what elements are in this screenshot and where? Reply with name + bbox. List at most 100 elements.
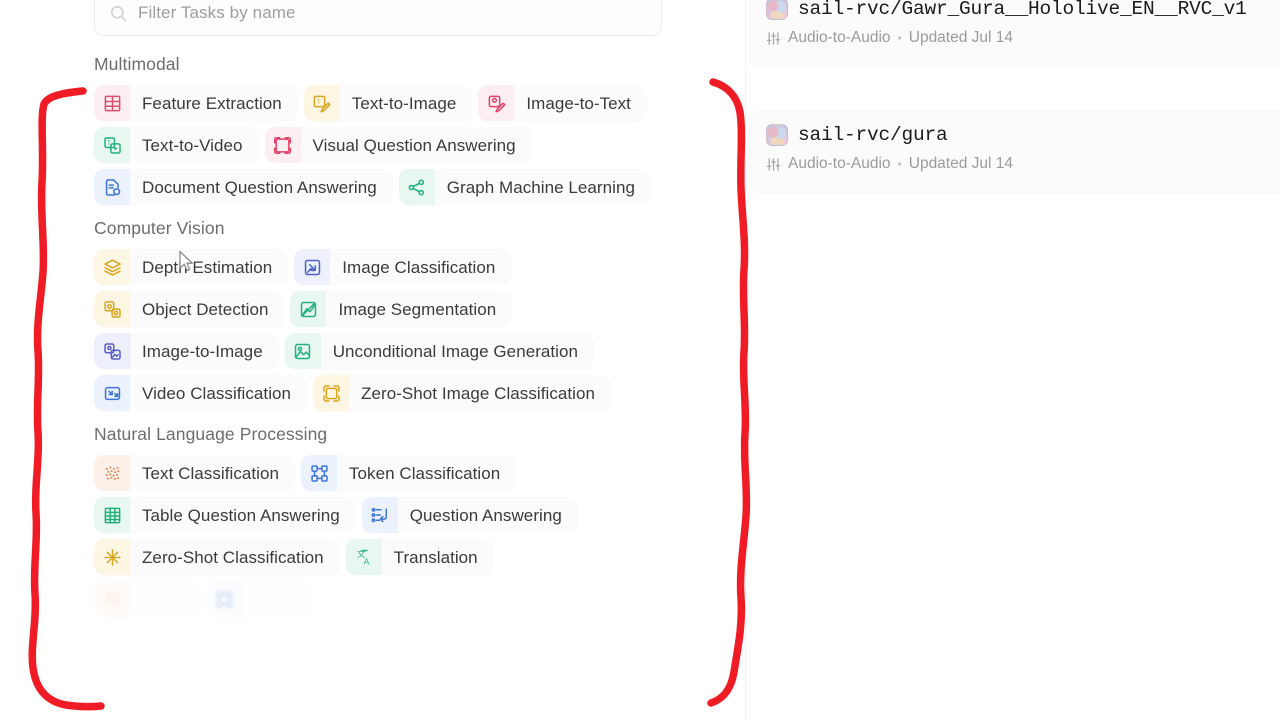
task-tag-video-classification[interactable]: Video Classification [94, 375, 308, 411]
table-qa-icon [94, 497, 130, 533]
model-updated-label: Updated Jul 14 [908, 155, 1014, 172]
task-tag-label [255, 591, 298, 608]
task-tag-label: Zero-Shot Classification [142, 547, 324, 567]
task-tag-unconditional-image-generation[interactable]: Unconditional Image Generation [284, 333, 595, 369]
model-task-label: Audio-to-Audio [788, 155, 891, 172]
task-tag-graph-machine-learning[interactable]: Graph Machine Learning [398, 169, 651, 205]
task-tag-image-to-text[interactable]: Image-to-Text [478, 85, 647, 121]
task-tag-text-classification[interactable]: Text Classification [94, 455, 295, 491]
model-title-line: sail-rvc/gura [766, 124, 1280, 146]
task-tag-row: Feature Extraction T Text-to-Image Image-to… [94, 85, 745, 121]
model-title-line: sail-rvc/Gawr_Gura__Hololive_EN__RVC_v1 [766, 0, 1280, 20]
task-tag-row: Object Detection Image Segmentation [94, 291, 745, 327]
model-card[interactable]: sail-rvc/Gawr_Gura__Hololive_EN__RVC_v1 A… [748, 0, 1280, 68]
text-to-image-icon: T [303, 85, 340, 121]
table-grid-icon [94, 85, 130, 121]
task-list-scroll[interactable]: Multimodal Feature Extraction T Text-to-Ima… [0, 46, 745, 720]
document-qa-icon [94, 169, 130, 205]
task-tag-table-question-answering[interactable]: Table Question Answering [94, 497, 356, 533]
visual-qa-icon [264, 127, 301, 163]
task-tag-feature-extraction[interactable]: Feature Extraction [94, 85, 298, 121]
image-to-text-icon [478, 85, 515, 121]
video-classification-icon [94, 375, 130, 411]
task-tag-row-partial [94, 581, 745, 617]
task-tag-label: Graph Machine Learning [446, 177, 635, 197]
model-name[interactable]: sail-rvc/Gawr_Gura__Hololive_EN__RVC_v1 [798, 0, 1247, 20]
image-segmentation-icon [290, 291, 327, 327]
task-tag-label: Image-to-Text [526, 93, 631, 113]
task-tag-label: Token Classification [349, 463, 501, 483]
task-group: Multimodal Feature Extraction T Text-to-Ima… [94, 54, 745, 205]
svg-text:T: T [317, 98, 321, 105]
text-classification-icon [94, 581, 130, 617]
task-tag-label: Document Question Answering [142, 177, 377, 197]
sliders-icon [766, 31, 781, 46]
task-tag-zero-shot-classification[interactable]: Zero-Shot Classification [94, 539, 340, 575]
task-tag-row: Document Question Answering Graph Machine… [94, 169, 745, 205]
text-to-video-icon: T [94, 127, 130, 163]
task-tag-row: Text Classification Token Classification [94, 455, 745, 491]
task-tag-token-classification[interactable]: Token Classification [301, 455, 517, 491]
task-tag-label: Question Answering [409, 505, 562, 525]
zero-shot-icon [94, 539, 130, 575]
search-input[interactable] [138, 3, 647, 23]
task-group: Computer Vision Depth Estimation Image Cla… [94, 218, 745, 411]
meta-separator: • [897, 31, 902, 45]
model-task-label: Audio-to-Audio [788, 29, 891, 46]
task-tag-label: Video Classification [142, 383, 292, 403]
task-tag-translation[interactable]: 文 A Translation [345, 539, 494, 575]
translation-icon: 文A [345, 539, 382, 575]
task-tag-depth-estimation[interactable]: Depth Estimation [94, 249, 289, 285]
task-group-title: Computer Vision [94, 218, 225, 238]
task-tag-label: Visual Question Answering [312, 135, 516, 155]
layers-icon [94, 249, 130, 285]
task-tag-row: Depth Estimation Image Classification [94, 249, 745, 285]
task-tag-label: Translation [393, 547, 478, 567]
task-filter-panel: Multimodal Feature Extraction T Text-to-Ima… [0, 0, 745, 720]
image-classification-icon [294, 249, 331, 285]
task-tag-document-question-answering[interactable]: Document Question Answering [94, 169, 393, 205]
task-tag-visual-question-answering[interactable]: Visual Question Answering [264, 127, 532, 163]
task-tag-label: Text-to-Video [142, 135, 243, 155]
model-card[interactable]: sail-rvc/gura Audio-to-Audio • Updated Jul … [748, 110, 1280, 194]
unconditional-image-icon [284, 333, 321, 369]
search-icon [109, 4, 128, 23]
task-tag-question-answering[interactable]: Question Answering [361, 497, 578, 533]
task-tag-label: Object Detection [142, 299, 269, 319]
task-tag-zero-shot-image-classification[interactable]: Zero-Shot Image Classification [313, 375, 611, 411]
task-search-box[interactable] [94, 0, 662, 36]
model-name[interactable]: sail-rvc/gura [798, 124, 948, 146]
task-tag-image-segmentation[interactable]: Image Segmentation [290, 291, 513, 327]
model-avatar [766, 124, 788, 146]
model-meta: Audio-to-Audio • Updated Jul 14 [766, 155, 1280, 173]
model-updated-label: Updated Jul 14 [908, 29, 1014, 46]
task-tag-label: Unconditional Image Generation [332, 341, 579, 361]
task-tag-row: Image-to-Image Unconditional Image Genera… [94, 333, 745, 369]
task-tag-label: Image Segmentation [338, 299, 497, 319]
task-tag-label: Text-to-Image [351, 93, 457, 113]
meta-separator: • [897, 157, 902, 171]
model-avatar [766, 0, 788, 20]
task-group-title: Natural Language Processing [94, 424, 328, 444]
graph-ml-icon [398, 169, 435, 205]
task-group-title: Multimodal [94, 54, 180, 74]
task-tag-label: Feature Extraction [142, 93, 282, 113]
task-tag-image-to-image[interactable]: Image-to-Image [94, 333, 279, 369]
task-tag-label: Text Classification [142, 463, 279, 483]
task-tag-row: Video Classification Zero-Shot Image Clas… [94, 375, 745, 411]
task-tag-label: Depth Estimation [142, 257, 273, 277]
task-tag-row: Table Question Answering Question Answeri… [94, 497, 745, 533]
token-classification-icon [206, 581, 243, 617]
task-tag-label: Image-to-Image [142, 341, 263, 361]
task-tag-row: Zero-Shot Classification 文 A Translation [94, 539, 745, 575]
task-tag-text-to-video[interactable]: T Text-to-Video [94, 127, 259, 163]
task-tag-text-to-image[interactable]: T Text-to-Image [303, 85, 473, 121]
task-tag-image-classification[interactable]: Image Classification [294, 249, 512, 285]
svg-text:A: A [364, 556, 370, 566]
task-tag-row: T Text-to-Video Visual Question Answering [94, 127, 745, 163]
model-meta: Audio-to-Audio • Updated Jul 14 [766, 29, 1280, 47]
image-to-image-icon [94, 333, 130, 369]
task-tag-label: Zero-Shot Image Classification [361, 383, 595, 403]
task-tag-object-detection[interactable]: Object Detection [94, 291, 285, 327]
object-detection-icon [94, 291, 130, 327]
